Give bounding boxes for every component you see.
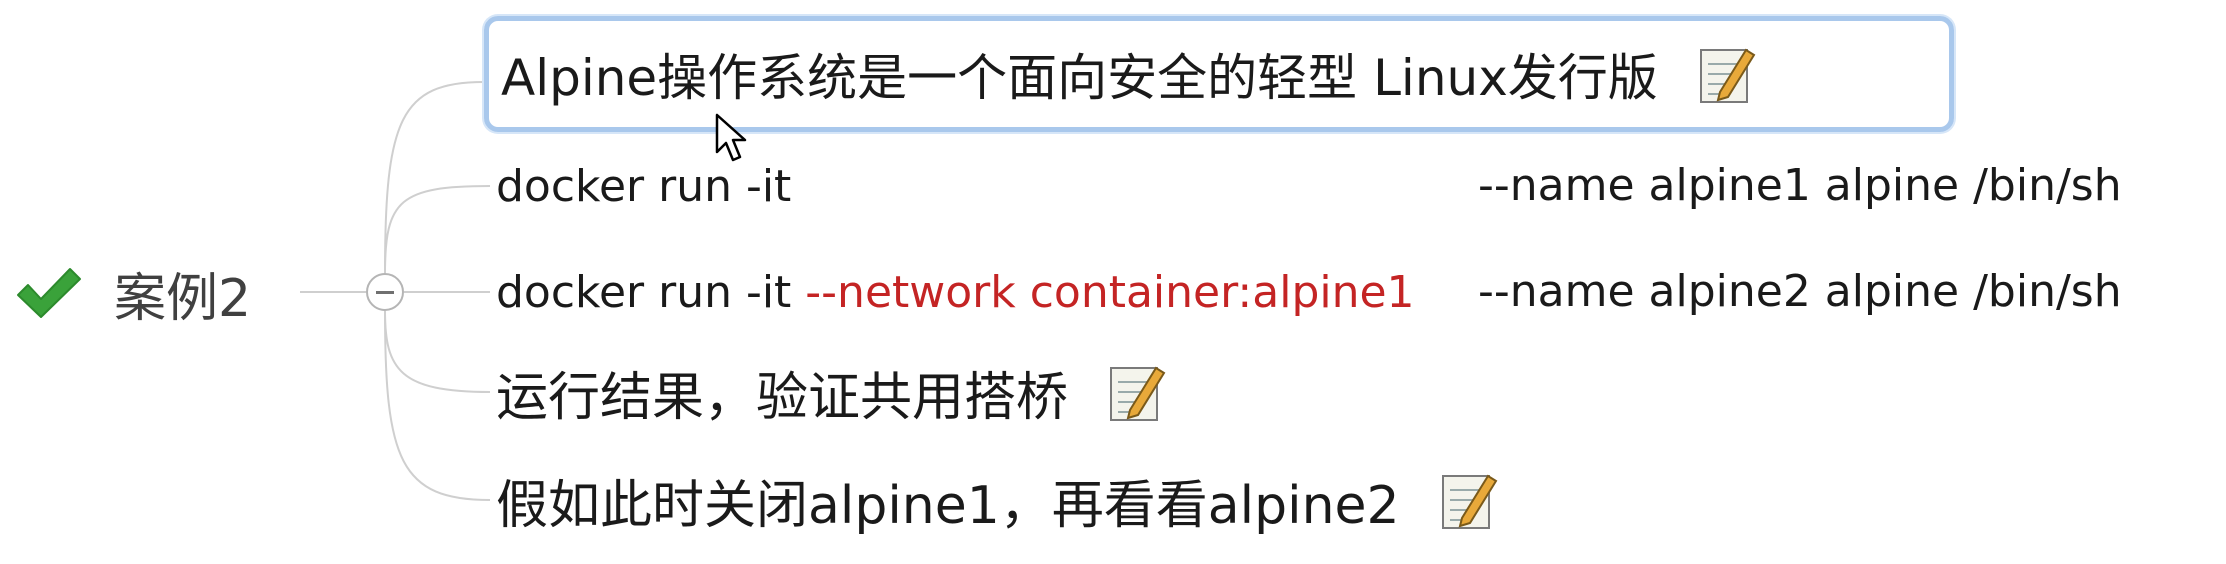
command-name-alpine2: --name alpine2 alpine /bin/sh bbox=[1478, 266, 2122, 317]
topic-text: 运行结果，验证共用搭桥 bbox=[496, 367, 1069, 428]
topic-docker-run-alpine2[interactable]: docker run -it --network container:alpin… bbox=[496, 252, 1415, 332]
network-option-highlight: --network container:alpine1 bbox=[805, 266, 1415, 318]
mindmap-canvas: 案例2 Alpine操作系统是一个面向安全的轻型 Linux发行版 docker… bbox=[0, 0, 2226, 564]
root-topic-label: 案例2 bbox=[114, 268, 252, 329]
collapse-branch-button[interactable] bbox=[366, 273, 404, 311]
topic-run-result[interactable]: 运行结果，验证共用搭桥 bbox=[496, 352, 1166, 432]
root-topic[interactable]: 案例2 bbox=[14, 258, 252, 329]
command-text: docker run -it bbox=[496, 266, 806, 318]
topic-text: Alpine操作系统是一个面向安全的轻型 Linux发行版 bbox=[501, 49, 1658, 107]
note-icon[interactable] bbox=[1440, 468, 1498, 532]
checkmark-icon bbox=[17, 268, 81, 318]
minus-icon bbox=[376, 290, 394, 294]
note-icon[interactable] bbox=[1698, 42, 1756, 106]
command-name-alpine1: --name alpine1 alpine /bin/sh bbox=[1478, 160, 2122, 211]
command-text: docker run -it bbox=[496, 160, 792, 212]
topic-alpine-description[interactable]: Alpine操作系统是一个面向安全的轻型 Linux发行版 bbox=[484, 16, 1954, 132]
topic-close-alpine1[interactable]: 假如此时关闭alpine1，再看看alpine2 bbox=[496, 460, 1498, 540]
topic-text: 假如此时关闭alpine1，再看看alpine2 bbox=[496, 475, 1400, 536]
mouse-cursor-icon bbox=[715, 113, 747, 162]
note-icon[interactable] bbox=[1108, 360, 1166, 424]
